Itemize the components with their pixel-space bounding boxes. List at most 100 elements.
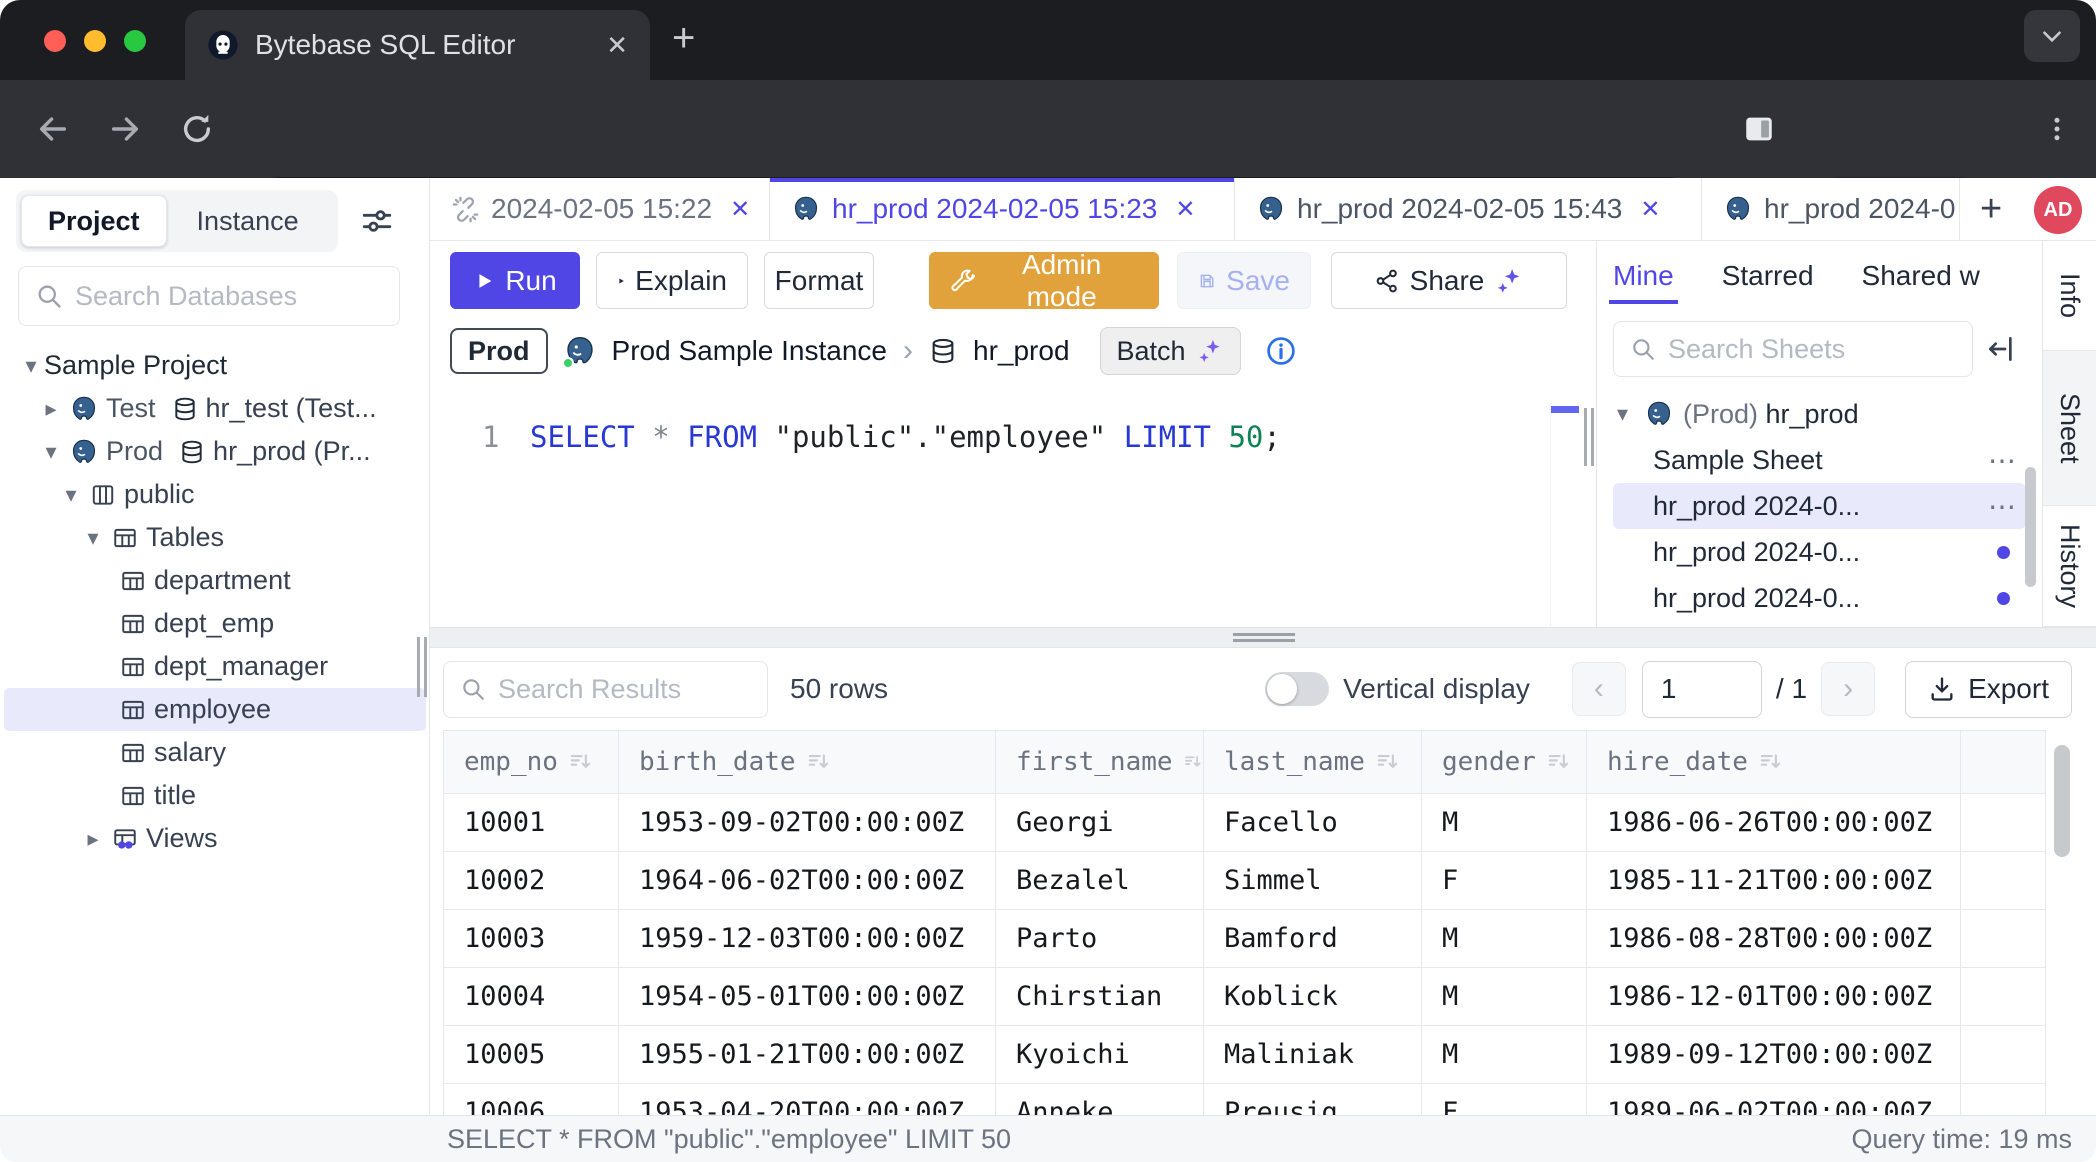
tree-node-table-salary[interactable]: salary	[0, 731, 430, 774]
caret-right-icon[interactable]: ▸	[38, 396, 64, 422]
table-cell[interactable]: 1986-12-01T00:00:00Z	[1587, 968, 1961, 1025]
table-cell[interactable]: Georgi	[996, 794, 1204, 851]
worksheet-tab-3[interactable]: hr_prod 2024-02-05 15:43 ✕	[1235, 178, 1702, 240]
caret-right-icon[interactable]: ▸	[80, 826, 106, 852]
table-cell[interactable]: 10001	[444, 794, 619, 851]
caret-down-icon[interactable]: ▾	[18, 353, 44, 379]
results-search[interactable]	[443, 661, 768, 718]
tree-node-table-department[interactable]: department	[0, 559, 430, 602]
splitter-handle-icon[interactable]	[1233, 633, 1295, 642]
table-cell[interactable]: 1989-09-12T00:00:00Z	[1587, 1026, 1961, 1083]
table-cell[interactable]: 10006	[444, 1084, 619, 1115]
sort-icon[interactable]	[1546, 749, 1572, 775]
sort-icon[interactable]	[1758, 749, 1784, 775]
column-header[interactable]: hire_date	[1587, 731, 1961, 793]
tab-mine[interactable]: Mine	[1613, 260, 1674, 292]
tree-node-table-dept-manager[interactable]: dept_manager	[0, 645, 430, 688]
panel-resize-handle[interactable]	[1584, 408, 1594, 466]
tree-node-hr-test[interactable]: ▸ Test hr_test (Test...	[0, 387, 430, 430]
table-row[interactable]: 10003 1959-12-03T00:00:00Z Parto Bamford…	[444, 909, 2045, 967]
caret-down-icon[interactable]: ▾	[58, 482, 84, 508]
table-cell[interactable]: M	[1422, 968, 1587, 1025]
table-cell[interactable]: F	[1422, 1084, 1587, 1115]
browser-tab-close-icon[interactable]: ✕	[606, 30, 628, 61]
format-button[interactable]: Format	[764, 252, 874, 309]
table-cell[interactable]: 1986-08-28T00:00:00Z	[1587, 910, 1961, 967]
tree-node-project[interactable]: ▾ Sample Project	[0, 344, 430, 387]
tree-node-table-dept-emp[interactable]: dept_emp	[0, 602, 430, 645]
reload-button[interactable]	[180, 112, 214, 146]
page-number-input[interactable]	[1642, 661, 1762, 718]
caret-down-icon[interactable]: ▾	[1617, 401, 1645, 427]
table-cell[interactable]: Anneke	[996, 1084, 1204, 1115]
browser-menu-button[interactable]	[2042, 114, 2072, 144]
table-row[interactable]: 10004 1954-05-01T00:00:00Z Chirstian Kob…	[444, 967, 2045, 1025]
tab-shared[interactable]: Shared w	[1862, 260, 1980, 292]
results-search-input[interactable]	[498, 674, 751, 705]
vertical-display-toggle[interactable]	[1265, 672, 1329, 706]
collapse-panel-icon[interactable]	[1985, 333, 2017, 365]
table-cell[interactable]: 1955-01-21T00:00:00Z	[619, 1026, 996, 1083]
table-cell[interactable]: Facello	[1204, 794, 1422, 851]
sidebar-resize-handle[interactable]	[417, 637, 427, 697]
add-worksheet-button[interactable]: +	[1980, 188, 2002, 231]
explain-button[interactable]: Explain	[596, 252, 748, 309]
close-window-button[interactable]	[44, 30, 66, 52]
worksheet-tab-2-active[interactable]: hr_prod 2024-02-05 15:23 ✕	[770, 178, 1235, 240]
close-tab-icon[interactable]: ✕	[1175, 195, 1195, 224]
table-cell[interactable]: M	[1422, 794, 1587, 851]
table-cell[interactable]: M	[1422, 910, 1587, 967]
sort-icon[interactable]	[568, 749, 594, 775]
tree-node-schema-public[interactable]: ▾ public	[0, 473, 430, 516]
share-button[interactable]: Share	[1331, 252, 1567, 309]
tab-instance[interactable]: Instance	[171, 195, 325, 247]
table-cell[interactable]: Bezalel	[996, 852, 1204, 909]
sort-icon[interactable]	[1183, 749, 1203, 775]
tab-search-button[interactable]	[2024, 10, 2080, 62]
tree-node-table-employee[interactable]: employee	[4, 688, 426, 731]
sheet-search[interactable]	[1613, 321, 1973, 377]
table-row[interactable]: 10002 1964-06-02T00:00:00Z Bezalel Simme…	[444, 851, 2045, 909]
table-cell[interactable]: Simmel	[1204, 852, 1422, 909]
table-cell[interactable]: 10002	[444, 852, 619, 909]
sort-icon[interactable]	[806, 749, 832, 775]
table-cell[interactable]: 1989-06-02T00:00:00Z	[1587, 1084, 1961, 1115]
results-splitter[interactable]	[430, 627, 2096, 648]
database-search-input[interactable]	[75, 281, 383, 312]
environment-chip[interactable]: Prod	[450, 328, 548, 374]
column-header[interactable]: emp_no	[444, 731, 619, 793]
table-cell[interactable]: 1985-11-21T00:00:00Z	[1587, 852, 1961, 909]
table-cell[interactable]: 10005	[444, 1026, 619, 1083]
table-cell[interactable]: 1954-05-01T00:00:00Z	[619, 968, 996, 1025]
table-cell[interactable]: 1959-12-03T00:00:00Z	[619, 910, 996, 967]
save-button[interactable]: Save	[1177, 252, 1311, 309]
admin-mode-button[interactable]: Admin mode	[929, 252, 1159, 309]
table-cell[interactable]: Parto	[996, 910, 1204, 967]
tab-project[interactable]: Project	[21, 195, 167, 247]
tree-node-table-title[interactable]: title	[0, 774, 430, 817]
table-cell[interactable]: 10003	[444, 910, 619, 967]
connection-info-icon[interactable]	[1265, 335, 1297, 367]
column-header[interactable]: first_name	[996, 731, 1204, 793]
tree-node-views-group[interactable]: ▸ Views	[0, 817, 430, 860]
tab-starred[interactable]: Starred	[1722, 260, 1814, 292]
sheet-item-menu-icon[interactable]: ⋯	[1988, 490, 2018, 523]
caret-down-icon[interactable]: ▾	[80, 525, 106, 551]
close-tab-icon[interactable]: ✕	[730, 195, 750, 224]
table-row[interactable]: 10001 1953-09-02T00:00:00Z Georgi Facell…	[444, 793, 2045, 851]
sheet-item-menu-icon[interactable]: ⋯	[1988, 444, 2018, 477]
forward-button[interactable]	[108, 112, 142, 146]
editor-overview-ruler[interactable]	[1550, 404, 1580, 627]
prev-page-button[interactable]: ‹	[1572, 662, 1626, 716]
zoom-window-button[interactable]	[124, 30, 146, 52]
table-cell[interactable]: Chirstian	[996, 968, 1204, 1025]
sheet-group-row[interactable]: ▾ (Prod) hr_prod	[1613, 391, 2026, 437]
export-button[interactable]: Export	[1905, 661, 2072, 718]
user-avatar[interactable]: AD	[2034, 186, 2082, 234]
table-row[interactable]: 10005 1955-01-21T00:00:00Z Kyoichi Malin…	[444, 1025, 2045, 1083]
table-cell[interactable]: 10004	[444, 968, 619, 1025]
table-cell[interactable]: Kyoichi	[996, 1026, 1204, 1083]
table-cell[interactable]: F	[1422, 852, 1587, 909]
new-tab-button[interactable]: +	[672, 18, 695, 58]
table-cell[interactable]: Preusig	[1204, 1084, 1422, 1115]
